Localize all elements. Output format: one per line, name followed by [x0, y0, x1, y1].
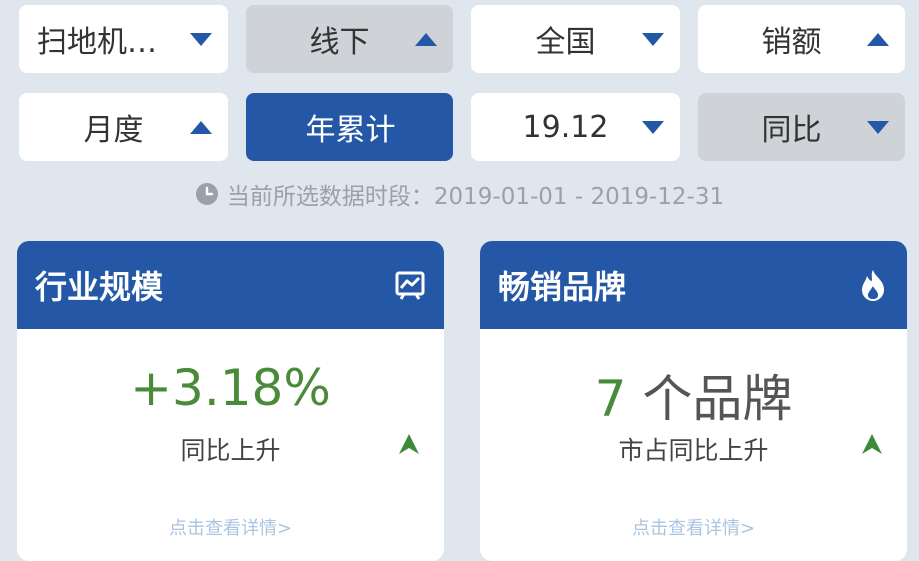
top-brands-card[interactable]: 畅销品牌 7 个品牌 市占同比上升 点击查看详情> — [480, 241, 907, 561]
metric-dropdown[interactable]: 销额 — [698, 5, 905, 73]
industry-scale-body: +3.18% 同比上升 点击查看详情> — [17, 329, 444, 561]
caret-down-icon — [642, 120, 664, 134]
industry-scale-card[interactable]: 行业规模 +3.18% 同比上升 点击查看详情> — [17, 241, 444, 561]
comparison-dropdown-label: 同比 — [761, 113, 822, 148]
channel-dropdown[interactable]: 线下 — [246, 5, 453, 73]
caret-up-icon — [867, 32, 889, 46]
industry-scale-header: 行业规模 — [17, 241, 444, 329]
period-dropdown-label: 19.12 — [522, 109, 609, 145]
region-dropdown[interactable]: 全国 — [471, 5, 680, 73]
top-brands-unit: 个品牌 — [626, 370, 793, 428]
period-dropdown[interactable]: 19.12 — [471, 93, 680, 161]
caret-up-icon — [190, 120, 212, 134]
top-brands-count: 7 — [594, 370, 627, 428]
ytd-toggle-button[interactable]: 年累计 — [246, 93, 453, 161]
category-dropdown[interactable]: 扫地机… — [19, 5, 228, 73]
caret-down-icon — [642, 32, 664, 46]
top-brands-body: 7 个品牌 市占同比上升 点击查看详情> — [480, 329, 907, 561]
region-dropdown-label: 全国 — [535, 25, 596, 60]
frequency-dropdown[interactable]: 月度 — [19, 93, 228, 161]
frequency-dropdown-label: 月度 — [83, 113, 144, 148]
industry-detail-link[interactable]: 点击查看详情> — [17, 514, 444, 540]
up-arrow-icon — [399, 434, 419, 454]
flame-icon — [862, 270, 884, 301]
ytd-toggle-label: 年累计 — [305, 113, 396, 148]
trend-chart-icon — [395, 271, 425, 300]
caret-down-icon — [190, 32, 212, 46]
data-period-info: 当前所选数据时段：2019-01-01 - 2019-12-31 — [0, 177, 919, 211]
comparison-dropdown[interactable]: 同比 — [698, 93, 905, 161]
top-brands-header: 畅销品牌 — [480, 241, 907, 329]
top-brands-value: 7 个品牌 — [480, 359, 907, 431]
category-dropdown-label: 扫地机… — [37, 25, 157, 60]
top-brands-title: 畅销品牌 — [498, 268, 627, 306]
clock-icon — [195, 183, 218, 205]
up-arrow-icon — [862, 434, 882, 454]
caret-down-icon — [867, 120, 889, 134]
caret-up-icon — [415, 32, 437, 46]
top-brands-desc: 市占同比上升 — [618, 436, 769, 465]
industry-growth-desc: 同比上升 — [180, 436, 281, 465]
channel-dropdown-label: 线下 — [309, 25, 370, 60]
metric-dropdown-label: 销额 — [761, 25, 822, 60]
data-period-text: 当前所选数据时段：2019-01-01 - 2019-12-31 — [226, 184, 725, 210]
industry-scale-title: 行业规模 — [35, 268, 164, 306]
top-brands-detail-link[interactable]: 点击查看详情> — [480, 514, 907, 540]
industry-growth-value: +3.18% — [130, 359, 331, 417]
